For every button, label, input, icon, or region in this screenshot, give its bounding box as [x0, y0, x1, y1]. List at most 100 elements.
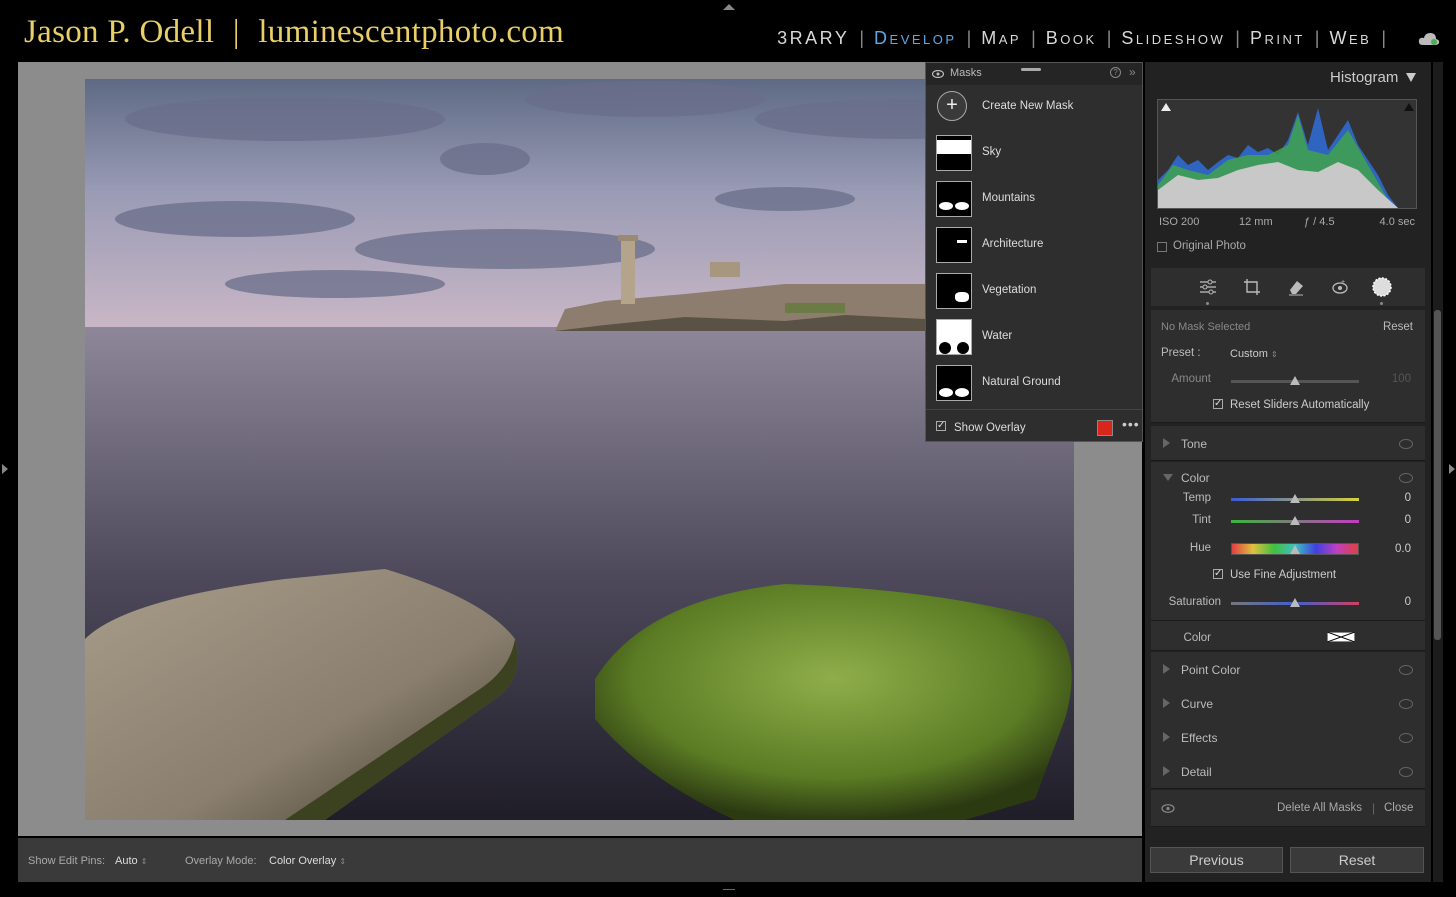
collapse-icon[interactable]: » [1129, 65, 1136, 79]
curve-section-header[interactable]: Curve [1151, 686, 1425, 721]
mask-item-mountains[interactable]: Mountains [926, 177, 1142, 221]
eye-toggle-icon[interactable] [1399, 665, 1413, 675]
overlay-mode-select[interactable]: Color Overlay ⇕ [269, 855, 346, 867]
point-color-section-header[interactable]: Point Color [1151, 652, 1425, 687]
amount-value[interactable]: 100 [1381, 373, 1411, 385]
masks-panel-header[interactable]: Masks ? » [926, 63, 1142, 85]
eye-icon[interactable] [932, 70, 944, 78]
iso-value: ISO 200 [1159, 216, 1200, 228]
plus-icon[interactable]: + [937, 91, 967, 121]
module-book[interactable]: Book [1046, 28, 1097, 49]
temp-slider-knob[interactable] [1290, 494, 1300, 503]
saturation-slider-knob[interactable] [1290, 598, 1300, 607]
drag-handle-icon[interactable] [1021, 68, 1041, 71]
module-web[interactable]: Web [1329, 28, 1371, 49]
mask-item-sky[interactable]: Sky [926, 131, 1142, 175]
color-swatch-label: Color [1183, 632, 1211, 644]
mask-item-vegetation[interactable]: Vegetation [926, 269, 1142, 313]
vegetation-mask-thumb [936, 273, 972, 309]
mask-visibility-eye-icon[interactable] [1161, 804, 1175, 813]
masks-title: Masks [950, 67, 982, 79]
module-map[interactable]: Map [981, 28, 1021, 49]
create-new-mask-button[interactable]: + Create New Mask [926, 85, 1142, 129]
delete-all-masks-button[interactable]: Delete All Masks [1277, 802, 1362, 814]
overlay-mode-value: Color Overlay [269, 855, 337, 867]
module-print[interactable]: Print [1250, 28, 1305, 49]
module-library[interactable]: 3RARY [777, 28, 849, 49]
more-options-icon[interactable]: ••• [1122, 416, 1140, 432]
close-masks-button[interactable]: Close [1384, 802, 1413, 814]
left-panel-toggle[interactable] [2, 464, 8, 474]
reset-button[interactable]: Reset [1290, 847, 1424, 873]
mask-item-architecture[interactable]: Architecture [926, 223, 1142, 267]
filmstrip-toggle[interactable] [723, 889, 735, 896]
top-panel-toggle[interactable] [723, 4, 735, 10]
histogram-graph[interactable] [1157, 99, 1417, 209]
healing-eraser-icon[interactable] [1287, 278, 1305, 296]
eye-toggle-icon[interactable] [1399, 767, 1413, 777]
right-panel-toggle[interactable] [1449, 464, 1455, 474]
mask-item-label: Mountains [982, 192, 1036, 204]
histogram-collapse-icon[interactable] [1406, 73, 1416, 82]
mask-settings-section: No Mask Selected Reset Preset : Custom ⇕… [1151, 310, 1425, 423]
temp-value[interactable]: 0 [1381, 492, 1411, 504]
tint-label: Tint [1192, 514, 1211, 526]
red-eye-icon[interactable]: + [1331, 278, 1349, 296]
color-title[interactable]: Color [1181, 471, 1210, 485]
expand-triangle-icon[interactable] [1163, 664, 1170, 674]
tone-section-header[interactable]: Tone [1151, 426, 1425, 461]
detail-section-header[interactable]: Detail [1151, 754, 1425, 789]
module-separator: | [966, 28, 972, 48]
module-slideshow[interactable]: Slideshow [1121, 28, 1225, 49]
tint-value[interactable]: 0 [1381, 514, 1411, 526]
expand-triangle-icon[interactable] [1163, 732, 1170, 742]
effects-section-header[interactable]: Effects [1151, 720, 1425, 755]
original-photo-checkbox[interactable] [1157, 242, 1167, 252]
highlight-clipping-icon[interactable] [1404, 103, 1414, 111]
expand-triangle-icon[interactable] [1163, 698, 1170, 708]
cloud-sync-icon[interactable] [1418, 32, 1440, 46]
expand-triangle-icon[interactable] [1163, 766, 1170, 776]
hue-slider-knob[interactable] [1290, 545, 1300, 554]
tint-slider-knob[interactable] [1290, 516, 1300, 525]
histogram-title[interactable]: Histogram [1330, 69, 1398, 86]
collapse-triangle-icon[interactable] [1163, 474, 1173, 481]
hue-value[interactable]: 0.0 [1381, 543, 1411, 555]
help-icon[interactable]: ? [1110, 67, 1121, 78]
amount-label: Amount [1171, 373, 1211, 385]
previous-button[interactable]: Previous [1150, 847, 1283, 873]
edit-sliders-icon[interactable] [1199, 278, 1217, 296]
masking-icon[interactable] [1371, 276, 1393, 298]
edit-pins-select[interactable]: Auto ⇕ [115, 855, 147, 867]
eye-toggle-icon[interactable] [1399, 699, 1413, 709]
svg-text:+: + [1341, 279, 1345, 286]
mask-item-natural-ground[interactable]: Natural Ground [926, 361, 1142, 405]
expand-triangle-icon[interactable] [1163, 438, 1170, 448]
mask-item-label: Vegetation [982, 284, 1037, 296]
color-section: Color Temp 0 Tint 0 Hue 0.0 ✓ Use Fine A… [1151, 462, 1425, 651]
natural-ground-mask-thumb [936, 365, 972, 401]
scrollbar-thumb[interactable] [1434, 310, 1441, 640]
no-mask-selected-label: No Mask Selected [1161, 321, 1251, 333]
aperture-value: ƒ / 4.5 [1304, 216, 1335, 228]
show-overlay-checkbox[interactable]: ✓ [936, 421, 946, 431]
active-dot-indicator [1206, 302, 1209, 305]
amount-slider-knob[interactable] [1290, 376, 1300, 385]
overlay-color-swatch[interactable] [1097, 420, 1113, 436]
module-develop[interactable]: Develop [874, 28, 957, 49]
fine-adjustment-checkbox[interactable]: ✓ [1213, 569, 1223, 579]
eye-toggle-icon[interactable] [1399, 439, 1413, 449]
preset-select[interactable]: Custom ⇕ [1230, 348, 1278, 360]
shadow-clipping-icon[interactable] [1161, 103, 1171, 111]
color-picker-swatch[interactable] [1327, 632, 1355, 642]
eye-toggle-icon[interactable] [1399, 473, 1413, 483]
edit-pins-label: Show Edit Pins: [28, 855, 106, 867]
point-color-title: Point Color [1181, 663, 1241, 677]
eye-toggle-icon[interactable] [1399, 733, 1413, 743]
mask-reset-button[interactable]: Reset [1383, 321, 1413, 333]
reset-sliders-checkbox[interactable]: ✓ [1213, 399, 1223, 409]
mask-item-water[interactable]: Water [926, 315, 1142, 359]
preset-value: Custom [1230, 348, 1268, 360]
crop-icon[interactable] [1243, 278, 1261, 296]
saturation-value[interactable]: 0 [1381, 596, 1411, 608]
